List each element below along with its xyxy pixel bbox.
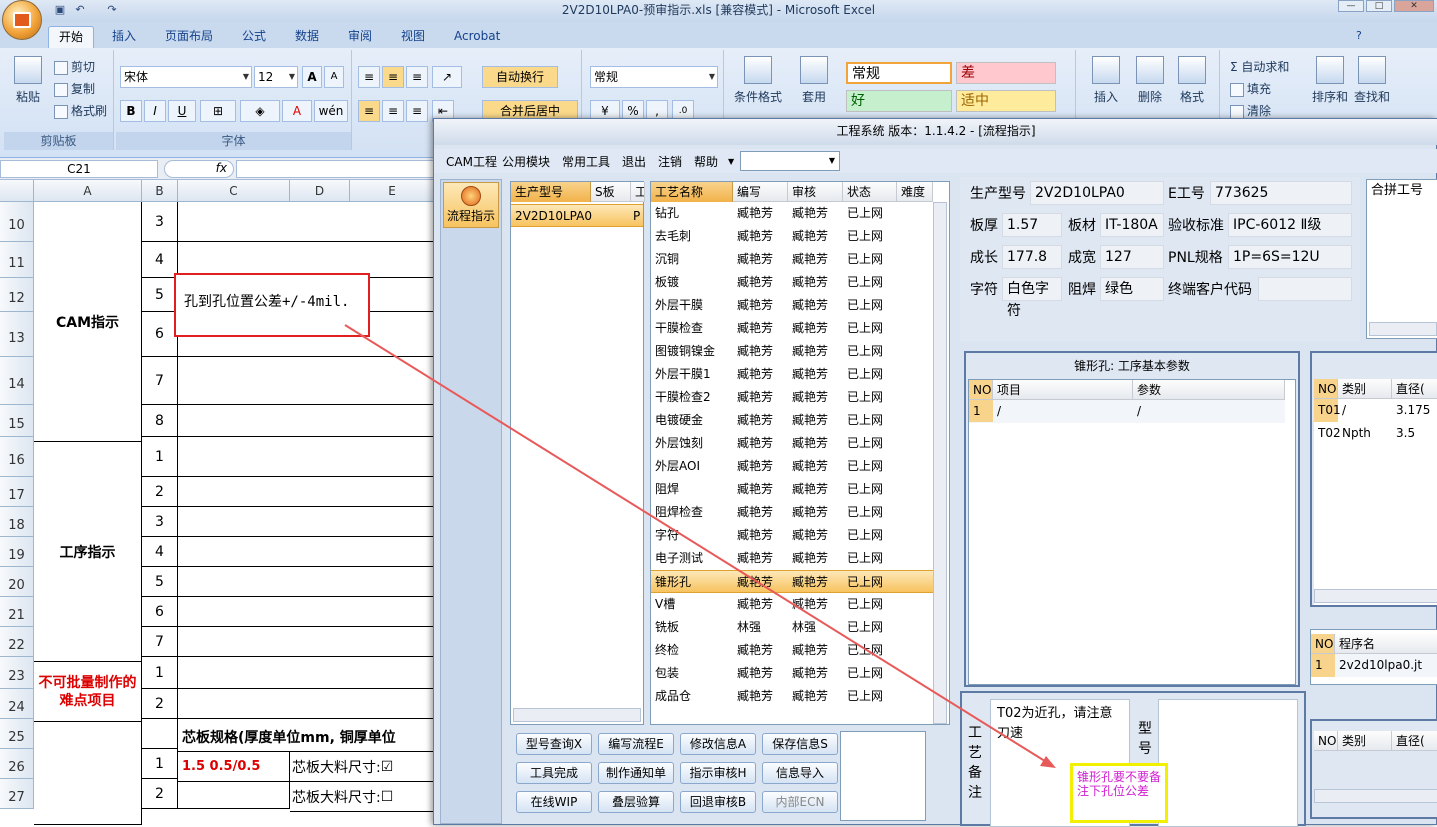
sticky-note: 锥形孔要不要备注下孔位公差 <box>1070 763 1168 823</box>
arrow-head <box>1040 756 1056 768</box>
arrow-line <box>344 324 1049 764</box>
annotation-arrow <box>344 324 1056 768</box>
office-button[interactable] <box>2 0 42 40</box>
office-logo-icon <box>13 12 31 28</box>
